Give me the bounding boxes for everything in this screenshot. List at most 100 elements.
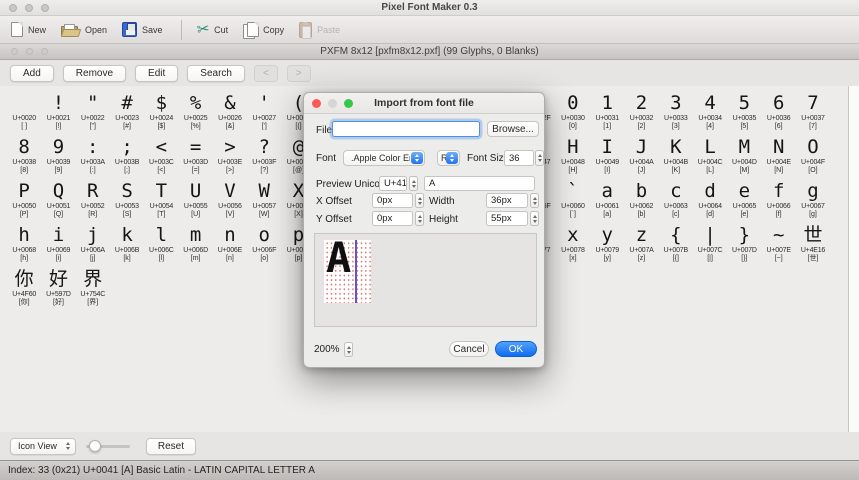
- glyph-cell[interactable]: fU+0066[f]: [762, 178, 796, 222]
- glyph-cell[interactable]: hU+0068[h]: [7, 222, 41, 266]
- glyph-cell[interactable]: iU+0069[i]: [41, 222, 75, 266]
- glyph-cell[interactable]: |U+007C[|]: [693, 222, 727, 266]
- glyph-cell[interactable]: $U+0024[$]: [144, 90, 178, 134]
- glyph-cell[interactable]: QU+0051[Q]: [41, 178, 75, 222]
- glyph-cell[interactable]: =U+003D[=]: [178, 134, 212, 178]
- glyph-cell[interactable]: {U+007B[{]: [659, 222, 693, 266]
- font-size-input[interactable]: 36: [504, 150, 534, 166]
- glyph-cell[interactable]: kU+006B[k]: [110, 222, 144, 266]
- glyph-cell[interactable]: nU+006E[n]: [213, 222, 247, 266]
- doc-zoom-icon[interactable]: [41, 48, 48, 55]
- glyph-cell[interactable]: 9U+0039[9]: [41, 134, 75, 178]
- glyph-cell[interactable]: MU+004D[M]: [727, 134, 761, 178]
- glyph-cell[interactable]: 4U+0034[4]: [693, 90, 727, 134]
- glyph-cell[interactable]: gU+0067[g]: [796, 178, 830, 222]
- glyph-cell[interactable]: 界U+754C[界]: [76, 266, 110, 310]
- close-icon[interactable]: [9, 4, 17, 12]
- glyph-cell[interactable]: dU+0064[d]: [693, 178, 727, 222]
- glyph-cell[interactable]: UU+0055[U]: [178, 178, 212, 222]
- open-button[interactable]: Open: [56, 18, 115, 42]
- glyph-cell[interactable]: JU+004A[J]: [624, 134, 658, 178]
- glyph-cell[interactable]: LU+004C[L]: [693, 134, 727, 178]
- glyph-cell[interactable]: IU+0049[I]: [590, 134, 624, 178]
- glyph-cell[interactable]: 2U+0032[2]: [624, 90, 658, 134]
- glyph-cell[interactable]: bU+0062[b]: [624, 178, 658, 222]
- glyph-cell[interactable]: ?U+003F[?]: [247, 134, 281, 178]
- glyph-cell[interactable]: "U+0022["]: [76, 90, 110, 134]
- glyph-cell[interactable]: %U+0025[%]: [178, 90, 212, 134]
- glyph-cell[interactable]: OU+004F[O]: [796, 134, 830, 178]
- reset-button[interactable]: Reset: [146, 438, 196, 455]
- glyph-cell[interactable]: aU+0061[a]: [590, 178, 624, 222]
- glyph-cell[interactable]: ;U+003B[;]: [110, 134, 144, 178]
- glyph-cell[interactable]: eU+0065[e]: [727, 178, 761, 222]
- glyph-cell[interactable]: cU+0063[c]: [659, 178, 693, 222]
- glyph-cell[interactable]: RU+0052[R]: [76, 178, 110, 222]
- x-offset-input[interactable]: 0px: [372, 193, 413, 208]
- height-stepper[interactable]: [530, 211, 539, 226]
- glyph-cell[interactable]: KU+004B[K]: [659, 134, 693, 178]
- glyph-cell[interactable]: 6U+0036[6]: [762, 90, 796, 134]
- dialog-close-icon[interactable]: [312, 99, 321, 108]
- width-stepper[interactable]: [530, 193, 539, 208]
- cancel-button[interactable]: Cancel: [449, 341, 489, 357]
- file-input[interactable]: [332, 121, 480, 137]
- glyph-cell[interactable]: zU+007A[z]: [624, 222, 658, 266]
- glyph-cell[interactable]: xU+0078[x]: [556, 222, 590, 266]
- glyph-cell[interactable]: 3U+0033[3]: [659, 90, 693, 134]
- glyph-cell[interactable]: >U+003E[>]: [213, 134, 247, 178]
- new-button[interactable]: New: [6, 18, 54, 42]
- font-family-select[interactable]: .Apple Color Emoji: [343, 150, 425, 166]
- glyph-cell[interactable]: 好U+597D[好]: [41, 266, 75, 310]
- glyph-cell[interactable]: 世U+4E16[世]: [796, 222, 830, 266]
- glyph-cell[interactable]: &U+0026[&]: [213, 90, 247, 134]
- glyph-cell[interactable]: 8U+0038[8]: [7, 134, 41, 178]
- glyph-cell[interactable]: <U+003C[<]: [144, 134, 178, 178]
- glyph-cell[interactable]: :U+003A[:]: [76, 134, 110, 178]
- cut-button[interactable]: ✂ Cut: [192, 18, 237, 42]
- minimize-icon[interactable]: [25, 4, 33, 12]
- font-style-select[interactable]: Re: [437, 150, 460, 166]
- y-offset-stepper[interactable]: [415, 211, 424, 226]
- scrollbar-track[interactable]: [848, 86, 859, 432]
- glyph-cell[interactable]: jU+006A[j]: [76, 222, 110, 266]
- glyph-cell[interactable]: TU+0054[T]: [144, 178, 178, 222]
- glyph-cell[interactable]: HU+0048[H]: [556, 134, 590, 178]
- preview-zoom-stepper[interactable]: [344, 342, 353, 357]
- glyph-cell[interactable]: mU+006D[m]: [178, 222, 212, 266]
- search-button[interactable]: Search: [187, 65, 245, 82]
- zoom-slider[interactable]: [86, 439, 130, 453]
- glyph-cell[interactable]: lU+006C[l]: [144, 222, 178, 266]
- y-offset-input[interactable]: 0px: [372, 211, 413, 226]
- glyph-cell[interactable]: `U+0060[`]: [556, 178, 590, 222]
- glyph-cell[interactable]: 你U+4F60[你]: [7, 266, 41, 310]
- edit-button[interactable]: Edit: [135, 65, 178, 82]
- glyph-cell[interactable]: U+0020[ ]: [7, 90, 41, 134]
- zoom-icon[interactable]: [41, 4, 49, 12]
- width-input[interactable]: 36px: [486, 193, 528, 208]
- glyph-cell[interactable]: 5U+0035[5]: [727, 90, 761, 134]
- height-input[interactable]: 55px: [486, 211, 528, 226]
- glyph-cell[interactable]: }U+007D[}]: [727, 222, 761, 266]
- add-button[interactable]: Add: [10, 65, 54, 82]
- glyph-cell[interactable]: 0U+0030[0]: [556, 90, 590, 134]
- x-offset-stepper[interactable]: [415, 193, 424, 208]
- save-button[interactable]: Save: [117, 18, 171, 42]
- glyph-cell[interactable]: 1U+0031[1]: [590, 90, 624, 134]
- glyph-cell[interactable]: yU+0079[y]: [590, 222, 624, 266]
- glyph-cell[interactable]: oU+006F[o]: [247, 222, 281, 266]
- glyph-cell[interactable]: NU+004E[N]: [762, 134, 796, 178]
- doc-minimize-icon[interactable]: [26, 48, 33, 55]
- glyph-cell[interactable]: SU+0053[S]: [110, 178, 144, 222]
- browse-button[interactable]: Browse...: [487, 121, 539, 137]
- slider-knob[interactable]: [89, 440, 101, 452]
- dialog-zoom-icon[interactable]: [344, 99, 353, 108]
- preview-unicode-stepper[interactable]: [409, 176, 418, 191]
- remove-button[interactable]: Remove: [63, 65, 126, 82]
- glyph-cell[interactable]: VU+0056[V]: [213, 178, 247, 222]
- doc-close-icon[interactable]: [11, 48, 18, 55]
- glyph-cell[interactable]: ~U+007E[~]: [762, 222, 796, 266]
- preview-char-input[interactable]: A: [424, 176, 535, 191]
- glyph-cell[interactable]: 7U+0037[7]: [796, 90, 830, 134]
- glyph-cell[interactable]: WU+0057[W]: [247, 178, 281, 222]
